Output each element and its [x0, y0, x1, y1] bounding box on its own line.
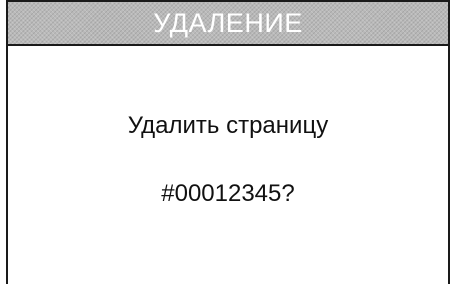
delete-prompt-text: Удалить страницу — [127, 112, 329, 139]
dialog-title-bar: УДАЛЕНИЕ — [6, 0, 450, 46]
delete-dialog: УДАЛЕНИЕ Удалить страницу #00012345? — [6, 0, 450, 284]
dialog-title: УДАЛЕНИЕ — [153, 8, 303, 38]
page-id-text: #00012345? — [161, 180, 295, 207]
